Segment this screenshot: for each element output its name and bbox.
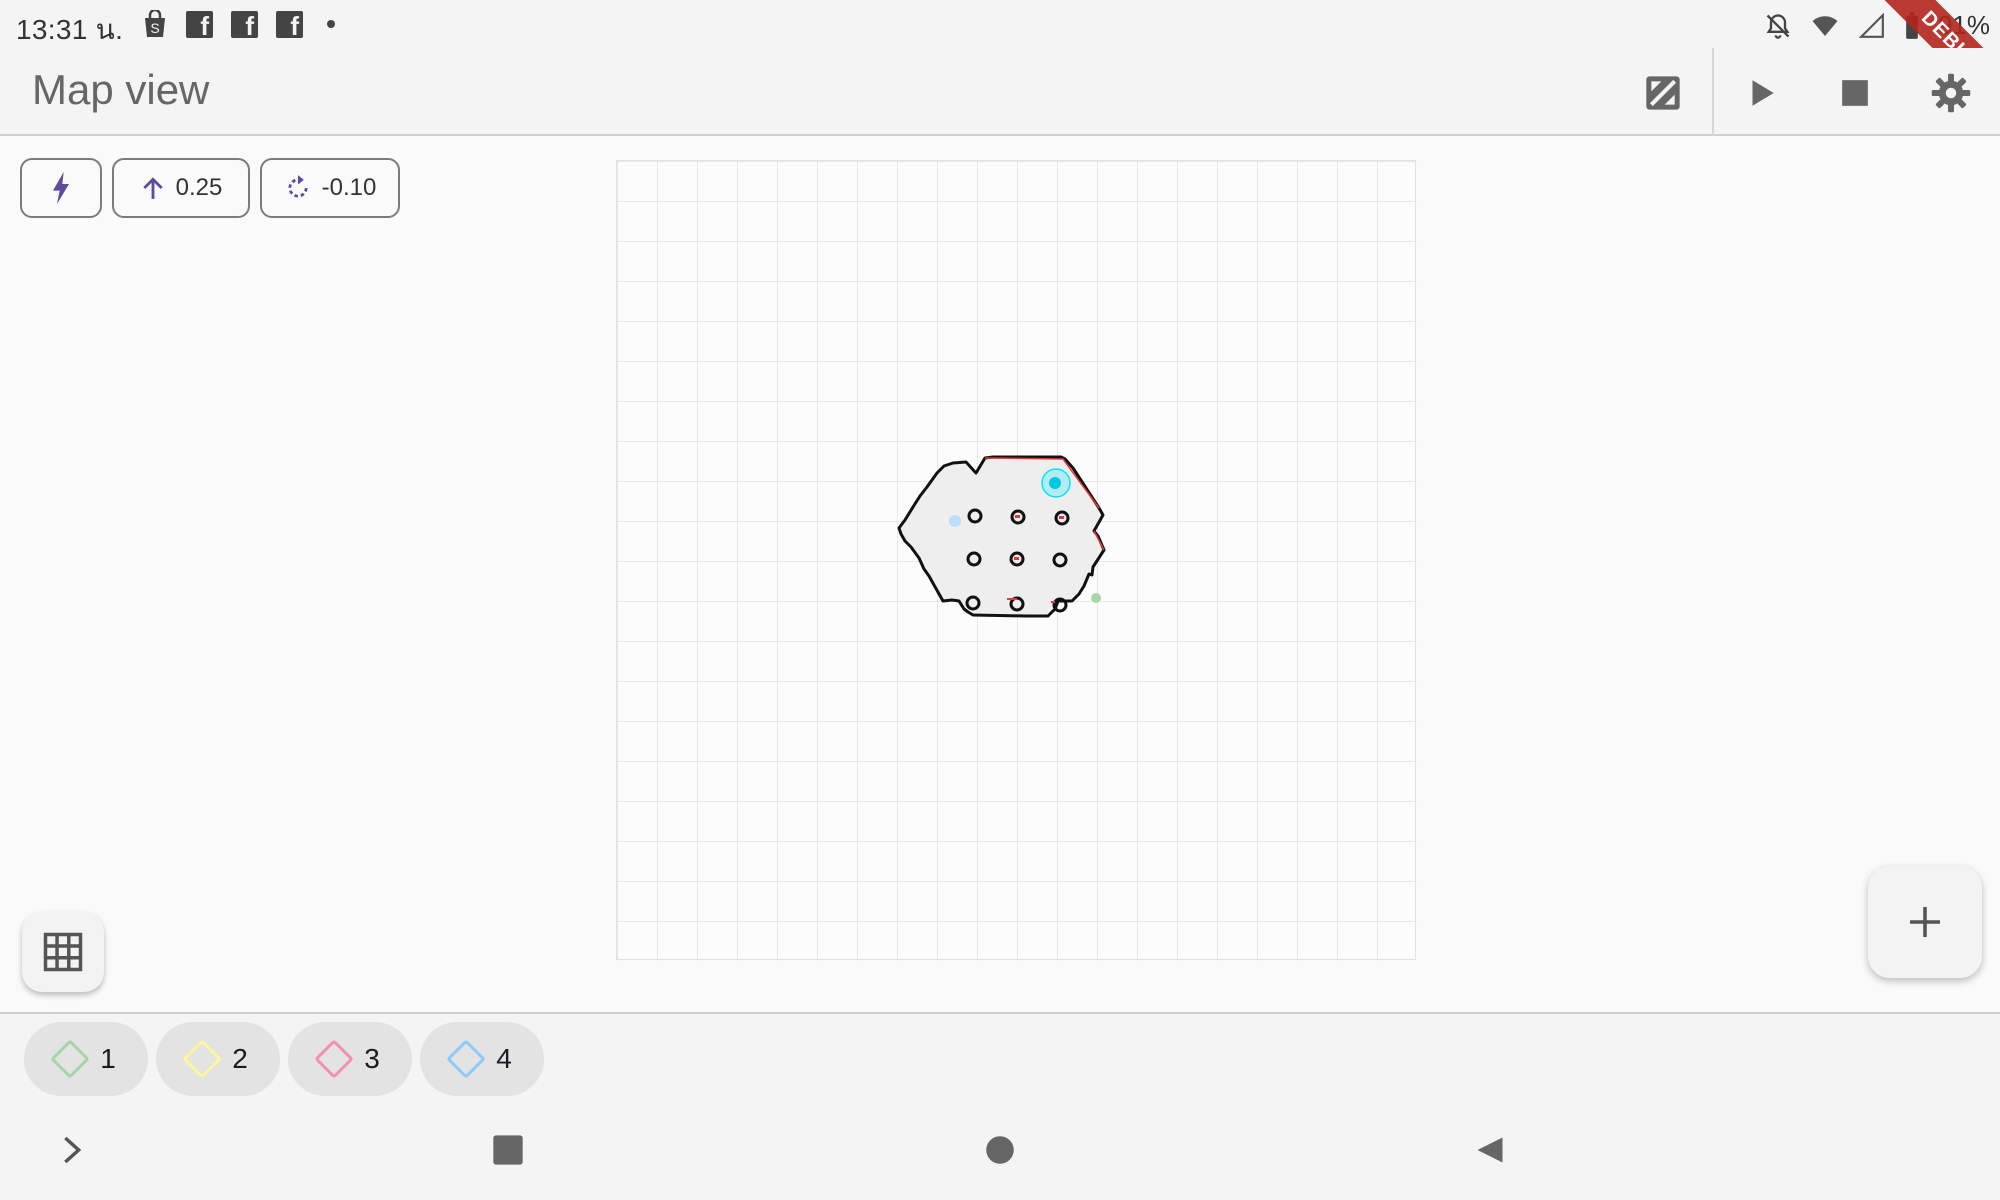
grid-icon (43, 932, 83, 972)
zone-chip-1[interactable]: 1 (24, 1022, 148, 1096)
zone-chip-4[interactable]: 4 (420, 1022, 544, 1096)
map-canvas[interactable] (616, 160, 1417, 961)
facebook-icon: f (186, 10, 213, 41)
map-layers-button[interactable] (1638, 68, 1688, 118)
status-bar: 13:31 น. S f f f 91% (0, 0, 2000, 48)
play-icon (1752, 80, 1774, 106)
diamond-icon (50, 1039, 91, 1079)
zone-chip-label: 1 (100, 1043, 116, 1074)
nav-expand-button[interactable] (52, 1126, 92, 1174)
back-triangle-icon (1477, 1137, 1503, 1163)
bell-off-icon (1766, 13, 1790, 39)
settings-icon (1931, 73, 1971, 113)
page-title: Map view (32, 66, 210, 113)
notification-dot-icon (327, 20, 335, 28)
nav-back-button[interactable] (1470, 1126, 1510, 1174)
zone-chip-label: 4 (496, 1043, 512, 1074)
arrow-up-icon (142, 177, 163, 199)
app-bar-divider (1712, 48, 1714, 136)
zone-chip-3[interactable]: 3 (288, 1022, 412, 1096)
settings-button[interactable] (1926, 68, 1976, 118)
linear-speed-value: 0.25 (175, 174, 223, 201)
svg-text:S: S (150, 20, 159, 36)
signal-icon (1858, 12, 1884, 38)
map-drawing (617, 161, 1417, 961)
nav-home-button[interactable] (980, 1126, 1020, 1174)
home-circle-icon (986, 1136, 1014, 1164)
recents-square-icon (493, 1135, 523, 1165)
wifi-icon (1812, 15, 1838, 36)
nav-recents-button[interactable] (488, 1126, 528, 1174)
diamond-icon (314, 1039, 355, 1079)
diamond-icon (182, 1039, 223, 1079)
angular-speed-chip[interactable]: -0.10 (260, 158, 400, 218)
app-bar: Map view (0, 48, 2000, 136)
waypoint-marker (949, 515, 961, 527)
grid-toggle-button[interactable] (22, 912, 104, 992)
zone-chip-2[interactable]: 2 (156, 1022, 280, 1096)
map-layers-icon (1646, 76, 1680, 110)
bolt-icon (53, 172, 69, 204)
status-time: 13:31 น. (16, 14, 124, 45)
zone-chip-label: 3 (364, 1043, 380, 1074)
zone-chip-label: 2 (232, 1043, 248, 1074)
play-button[interactable] (1736, 68, 1786, 118)
plus-icon (1910, 907, 1940, 937)
chevron-right-icon (64, 1136, 82, 1164)
facebook-icon: f (231, 10, 258, 41)
waypoint-marker (1091, 593, 1101, 603)
rotate-icon (288, 175, 308, 198)
robot-marker[interactable] (1041, 468, 1071, 498)
stop-button[interactable] (1830, 68, 1880, 118)
diamond-icon (446, 1039, 487, 1079)
stop-icon (1842, 80, 1868, 106)
linear-speed-chip[interactable]: 0.25 (112, 158, 250, 218)
status-left-icons: S f f f (142, 10, 335, 41)
shopee-bag-icon: S (145, 10, 165, 37)
angular-speed-value: -0.10 (321, 174, 377, 201)
add-button[interactable] (1868, 866, 1982, 978)
power-chip[interactable] (20, 158, 102, 218)
facebook-icon: f (276, 10, 303, 41)
